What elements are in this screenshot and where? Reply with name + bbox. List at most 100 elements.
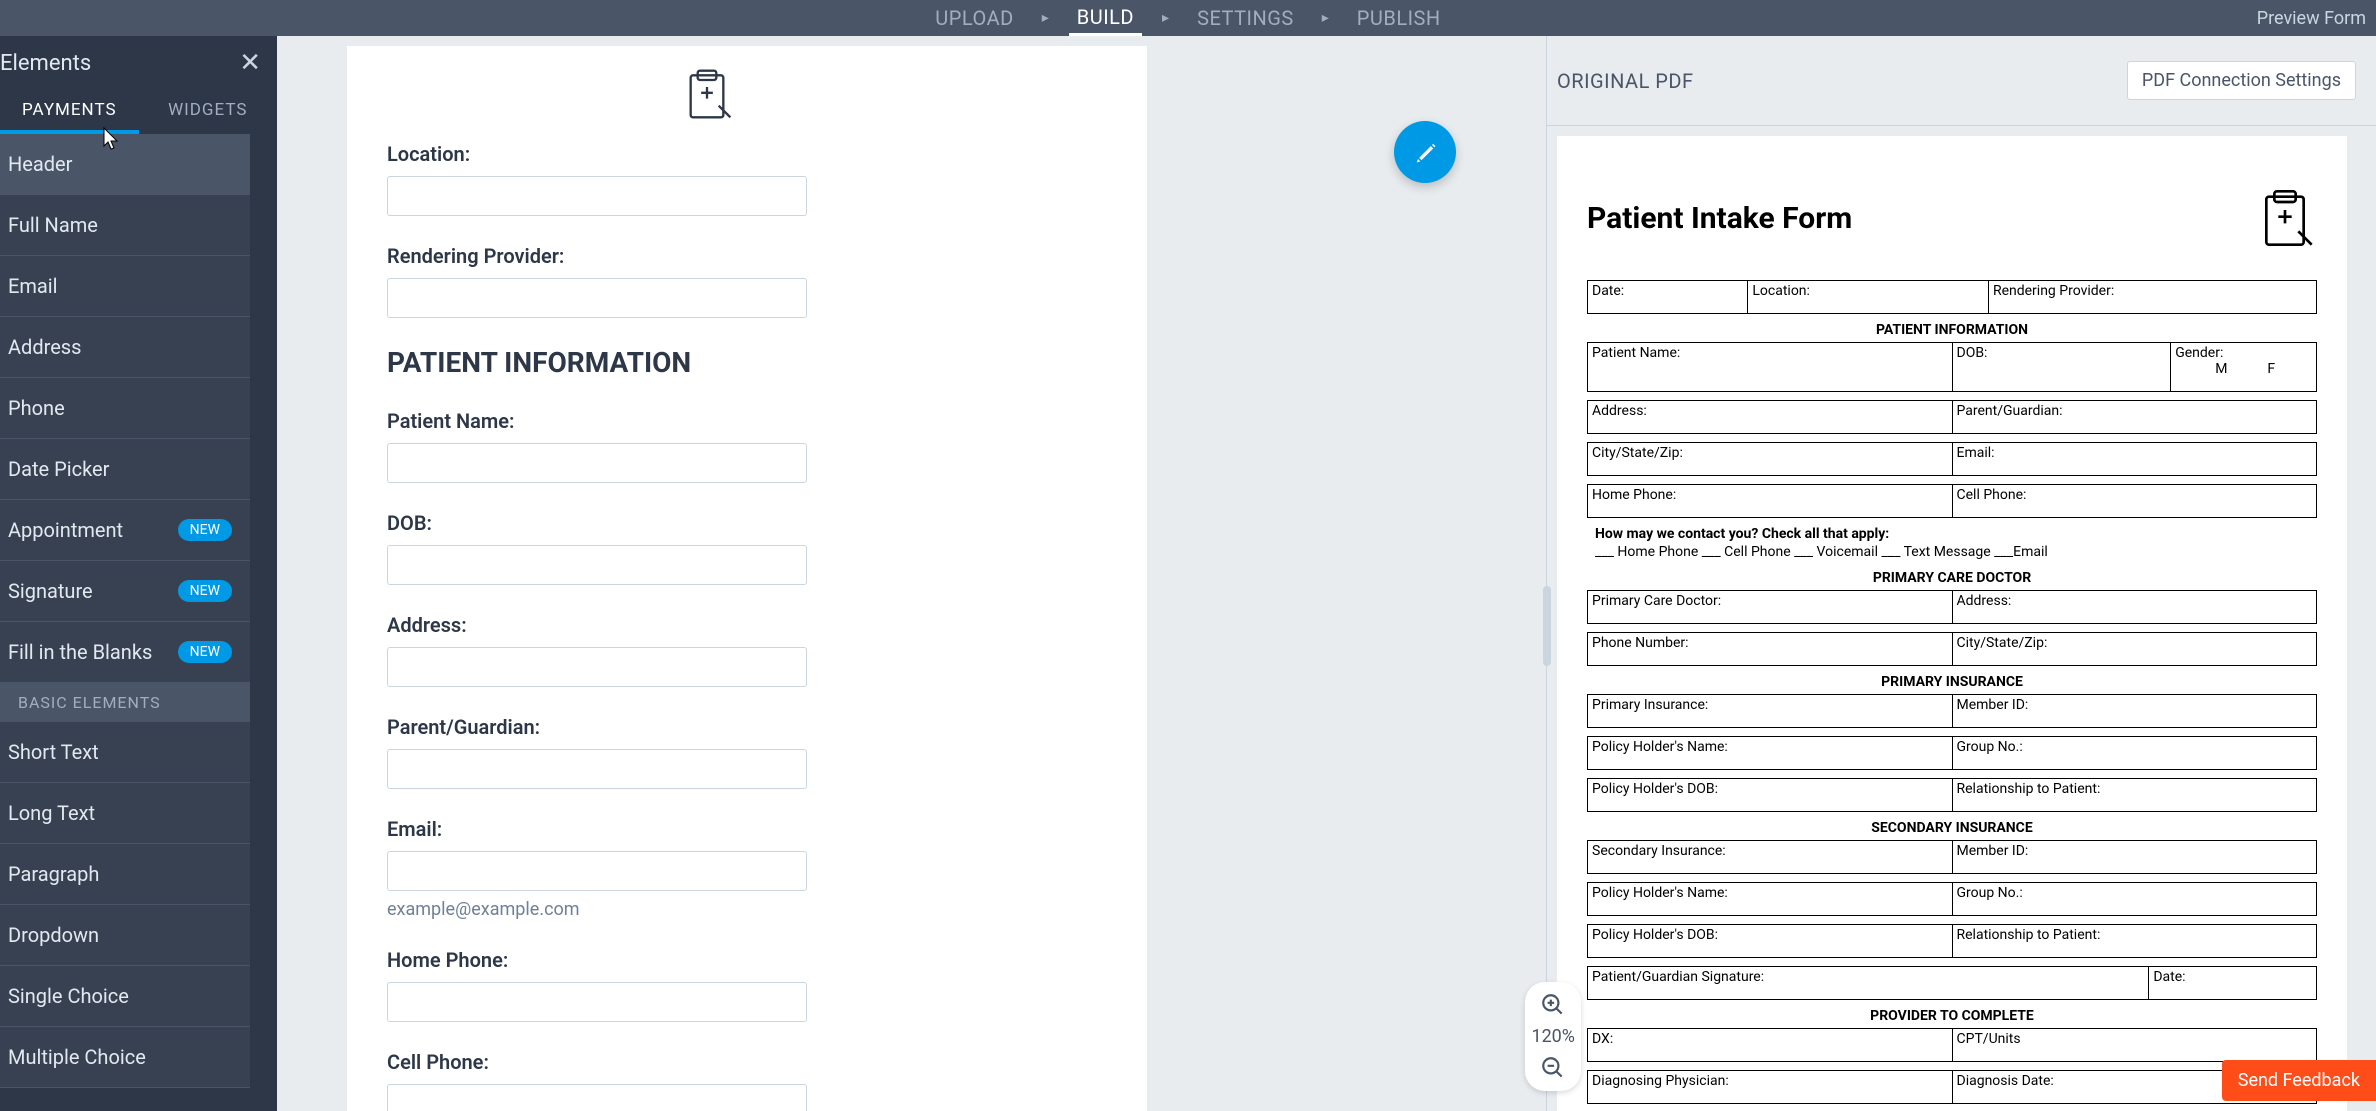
clipboard-medical-icon [679, 66, 735, 122]
element-item[interactable]: Address [0, 317, 250, 378]
element-item[interactable]: Date Picker [0, 439, 250, 500]
form-field-input[interactable] [387, 851, 807, 891]
pdf-connection-settings-button[interactable]: PDF Connection Settings [2127, 61, 2356, 100]
form-field[interactable]: Parent/Guardian: [387, 715, 1027, 789]
element-item[interactable]: Paragraph [0, 844, 250, 905]
element-item[interactable]: Short Text [0, 722, 250, 783]
pdf-field-cell: Primary Care Doctor: [1588, 591, 1953, 624]
new-badge: NEW [178, 641, 232, 663]
form-field-input[interactable] [387, 647, 807, 687]
wand-icon [1411, 138, 1439, 166]
nav-settings[interactable]: SETTINGS [1189, 2, 1302, 34]
pdf-field-cell: Policy Holder's Name: [1588, 883, 1953, 916]
pdf-field-cell: Patient Name: [1588, 343, 1953, 392]
pdf-field-cell: DOB: [1952, 343, 2171, 392]
pdf-section-header: PRIMARY INSURANCE [1587, 674, 2317, 690]
tab-widgets[interactable]: WIDGETS [139, 90, 278, 134]
zoom-in-button[interactable] [1540, 992, 1566, 1018]
send-feedback-button[interactable]: Send Feedback [2222, 1060, 2376, 1101]
form-field-label: Parent/Guardian: [387, 715, 1027, 739]
pdf-preview-panel: ORIGINAL PDF PDF Connection Settings Pat… [1546, 36, 2376, 1111]
pdf-field-cell: Patient/Guardian Signature: [1588, 967, 2149, 1000]
element-item[interactable]: Multiple Choice [0, 1027, 250, 1088]
form-field-input[interactable] [387, 749, 807, 789]
pdf-field-cell: City/State/Zip: [1588, 443, 1953, 476]
element-item[interactable]: Single Choice [0, 966, 250, 1027]
form-field-label: Rendering Provider: [387, 244, 1027, 268]
clipboard-medical-icon [2253, 186, 2317, 250]
form-field[interactable]: Rendering Provider: [387, 244, 1027, 318]
element-item[interactable]: Email [0, 256, 250, 317]
element-item[interactable]: Full Name [0, 195, 250, 256]
pdf-section-header: PRIMARY CARE DOCTOR [1587, 570, 2317, 586]
zoom-out-icon [1540, 1055, 1566, 1081]
pdf-section-header: SECONDARY INSURANCE [1587, 820, 2317, 836]
form-field-label: Address: [387, 613, 1027, 637]
element-item-label: Address [8, 335, 81, 359]
element-item-label: Header [8, 152, 72, 176]
pdf-title: Patient Intake Form [1587, 201, 1852, 236]
element-item-label: Short Text [8, 740, 99, 764]
tab-payments[interactable]: PAYMENTS [0, 90, 139, 134]
element-item-label: Signature [8, 579, 93, 603]
form-field-input[interactable] [387, 443, 807, 483]
nav-upload[interactable]: UPLOAD [927, 2, 1021, 34]
magic-wand-button[interactable] [1394, 121, 1456, 183]
element-item-label: Phone [8, 396, 65, 420]
pdf-field-cell: Member ID: [1952, 841, 2317, 874]
element-item[interactable]: Signature NEW [0, 561, 250, 622]
close-icon[interactable]: ✕ [239, 50, 261, 76]
form-field-label: Home Phone: [387, 948, 1027, 972]
zoom-in-icon [1540, 992, 1566, 1018]
form-field-input[interactable] [387, 278, 807, 318]
elements-sidebar: Elements ✕ PAYMENTS WIDGETS HeaderFull N… [0, 36, 277, 1111]
form-canvas: Location:Rendering Provider:PATIENT INFO… [347, 46, 1147, 1111]
pdf-field-cell: Home Phone: [1588, 485, 1953, 518]
form-field-input[interactable] [387, 545, 807, 585]
element-item[interactable]: Dropdown [0, 905, 250, 966]
nav-publish[interactable]: PUBLISH [1349, 2, 1449, 34]
top-nav: UPLOAD ▸ BUILD ▸ SETTINGS ▸ PUBLISH Prev… [0, 0, 2376, 36]
zoom-level: 120% [1531, 1026, 1575, 1047]
pdf-field-cell: Parent/Guardian: [1952, 401, 2317, 434]
contact-question: How may we contact you? Check all that a… [1595, 526, 2317, 542]
element-item-label: Appointment [8, 518, 123, 542]
form-field-input[interactable] [387, 176, 807, 216]
form-field[interactable]: Email:example@example.com [387, 817, 1027, 920]
pdf-field-cell: Group No.: [1952, 737, 2317, 770]
pdf-field-cell: Secondary Insurance: [1588, 841, 1953, 874]
form-field-label: Patient Name: [387, 409, 1027, 433]
element-item-label: Multiple Choice [8, 1045, 146, 1069]
pdf-field-cell: Policy Holder's DOB: [1588, 925, 1953, 958]
element-item[interactable]: Fill in the Blanks NEW [0, 622, 250, 683]
pdf-field-cell: Email: [1952, 443, 2317, 476]
element-item-label: Date Picker [8, 457, 109, 481]
preview-form-link[interactable]: Preview Form [2257, 8, 2366, 29]
form-field[interactable]: Patient Name: [387, 409, 1027, 483]
form-field[interactable]: Address: [387, 613, 1027, 687]
form-field-label: DOB: [387, 511, 1027, 535]
pdf-field-cell: Location: [1748, 281, 1989, 314]
pdf-field-cell: Address: [1588, 401, 1953, 434]
element-item[interactable]: Long Text [0, 783, 250, 844]
chevron-right-icon: ▸ [1322, 10, 1329, 26]
form-field[interactable]: DOB: [387, 511, 1027, 585]
nav-build[interactable]: BUILD [1069, 1, 1142, 36]
form-field-input[interactable] [387, 1084, 807, 1111]
form-field-label: Cell Phone: [387, 1050, 1027, 1074]
new-badge: NEW [178, 580, 232, 602]
form-field-input[interactable] [387, 982, 807, 1022]
pdf-field-cell: Rendering Provider: [1988, 281, 2316, 314]
element-item-label: Fill in the Blanks [8, 640, 152, 664]
pdf-field-cell: Policy Holder's Name: [1588, 737, 1953, 770]
element-item[interactable]: Phone [0, 378, 250, 439]
form-field[interactable]: Cell Phone: [387, 1050, 1027, 1111]
form-field[interactable]: Location: [387, 142, 1027, 216]
pdf-field-cell: Member ID: [1952, 695, 2317, 728]
element-item-label: Dropdown [8, 923, 99, 947]
element-item[interactable]: AppointmentNEW [0, 500, 250, 561]
form-field[interactable]: Home Phone: [387, 948, 1027, 1022]
element-item[interactable]: Header [0, 134, 250, 195]
zoom-out-button[interactable] [1540, 1055, 1566, 1081]
pdf-field-cell: Relationship to Patient: [1952, 779, 2317, 812]
